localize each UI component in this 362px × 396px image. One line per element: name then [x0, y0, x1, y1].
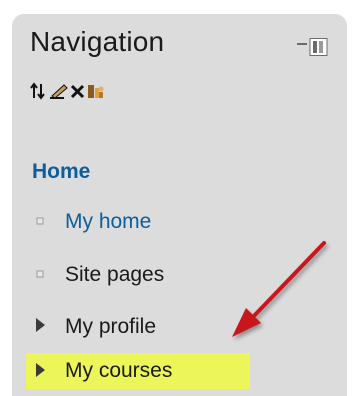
nav-item-label: My profile	[65, 315, 157, 338]
move-icon[interactable]	[30, 82, 45, 100]
edit-icon[interactable]	[50, 84, 68, 99]
square-bullet-icon	[36, 217, 44, 225]
block-edit-icons	[30, 82, 104, 100]
hide-icon[interactable]	[88, 85, 104, 98]
nav-item-label: My courses	[65, 359, 173, 382]
square-bullet-icon	[36, 270, 44, 278]
navigation-block: Navigation Home My home Site pages My pr…	[12, 14, 347, 396]
expand-triangle-icon[interactable]	[32, 353, 50, 389]
block-title: Navigation	[30, 26, 165, 57]
dock-block-icon[interactable]	[295, 38, 329, 57]
nav-item-label: Site pages	[65, 263, 165, 286]
expand-triangle-icon[interactable]	[32, 309, 50, 345]
home-link[interactable]: Home	[32, 160, 90, 184]
nav-item-label: My home	[65, 210, 152, 233]
delete-icon[interactable]	[70, 84, 85, 99]
nav-item-my-courses[interactable]: My courses	[26, 353, 250, 389]
